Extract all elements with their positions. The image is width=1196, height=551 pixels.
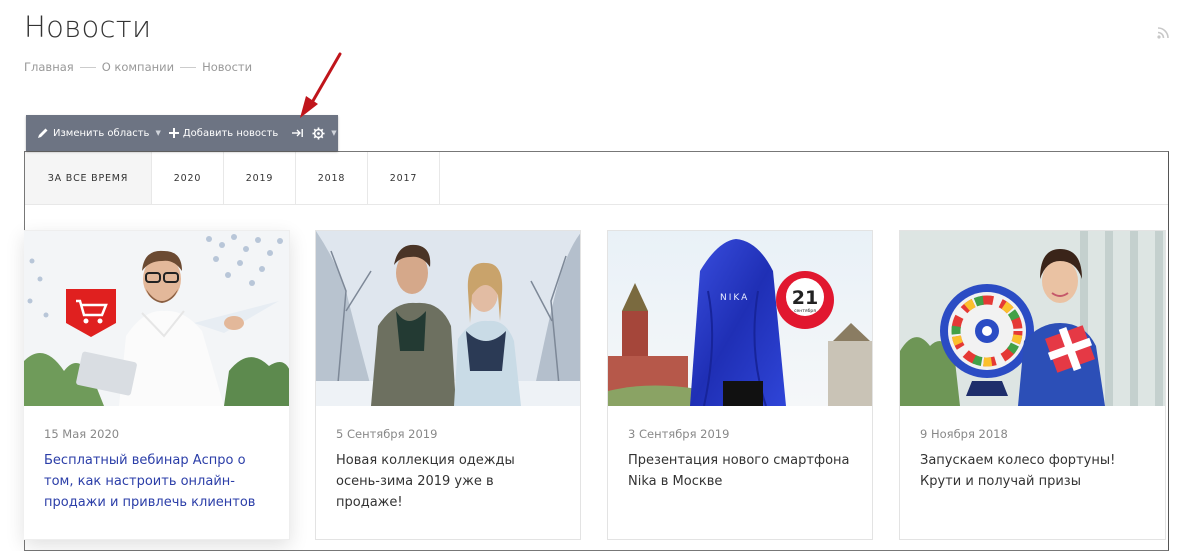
news-image[interactable] — [316, 231, 580, 406]
news-card[interactable]: 5 Сентября 2019 Новая коллекция одежды о… — [315, 230, 581, 540]
breadcrumb-separator — [79, 66, 96, 68]
annotation-arrow — [300, 52, 342, 118]
add-news-button[interactable]: Добавить новость — [165, 115, 282, 151]
chevron-down-icon: ▼ — [331, 129, 337, 137]
edit-area-button[interactable]: Изменить область ▼ — [33, 115, 165, 151]
tab-2018[interactable]: 2018 — [296, 152, 368, 204]
news-date: 9 Ноября 2018 — [920, 427, 1008, 441]
news-date: 3 Сентября 2019 — [628, 427, 730, 441]
news-card[interactable]: 15 Мая 2020 Бесплатный вебинар Аспро о т… — [24, 230, 290, 540]
tab-all-time[interactable]: ЗА ВСЕ ВРЕМЯ — [25, 152, 152, 204]
breadcrumb-about[interactable]: О компании — [102, 60, 174, 74]
year-tabs: ЗА ВСЕ ВРЕМЯ 2020 2019 2018 2017 — [25, 152, 1168, 205]
breadcrumb-home[interactable]: Главная — [24, 60, 74, 74]
tab-2017[interactable]: 2017 — [368, 152, 440, 204]
chevron-down-icon: ▼ — [155, 129, 161, 137]
page-title: Новости — [24, 10, 152, 44]
news-card[interactable]: 9 Ноября 2018 Запускаем колесо фортуны! … — [899, 230, 1166, 540]
news-date: 5 Сентября 2019 — [336, 427, 438, 441]
event-day-text: 21 — [792, 287, 818, 309]
news-image[interactable] — [900, 231, 1165, 406]
event-month-text: сентября — [794, 308, 816, 314]
breadcrumb-current: Новости — [202, 60, 253, 74]
breadcrumb: Главная О компании Новости — [24, 60, 252, 74]
news-image[interactable]: NIKA 21 сентября — [608, 231, 872, 406]
breadcrumb-separator — [180, 66, 197, 68]
tab-2020[interactable]: 2020 — [152, 152, 224, 204]
pin-icon — [292, 129, 304, 137]
news-title[interactable]: Запускаем колесо фортуны! Крути и получа… — [920, 450, 1146, 492]
plus-icon — [168, 128, 179, 138]
admin-toolbar: Изменить область ▼ Добавить новость ▼ — [26, 115, 338, 151]
nika-logo-text: NIKA — [720, 293, 749, 303]
rss-icon[interactable] — [1156, 24, 1172, 40]
news-title[interactable]: Новая коллекция одежды осень-зима 2019 у… — [336, 450, 562, 513]
news-date: 15 Мая 2020 — [44, 427, 120, 441]
news-title[interactable]: Бесплатный вебинар Аспро о том, как наст… — [44, 450, 270, 513]
gear-icon — [312, 126, 325, 140]
tab-2019[interactable]: 2019 — [224, 152, 296, 204]
news-image[interactable] — [24, 231, 289, 406]
pencil-icon — [38, 128, 48, 138]
edit-area-label: Изменить область — [53, 127, 150, 139]
add-news-label: Добавить новость — [182, 127, 279, 139]
news-card[interactable]: NIKA 21 сентября 3 Сентября 2019 Презент… — [607, 230, 873, 540]
news-title[interactable]: Презентация нового смартфона Nika в Моск… — [628, 450, 854, 492]
